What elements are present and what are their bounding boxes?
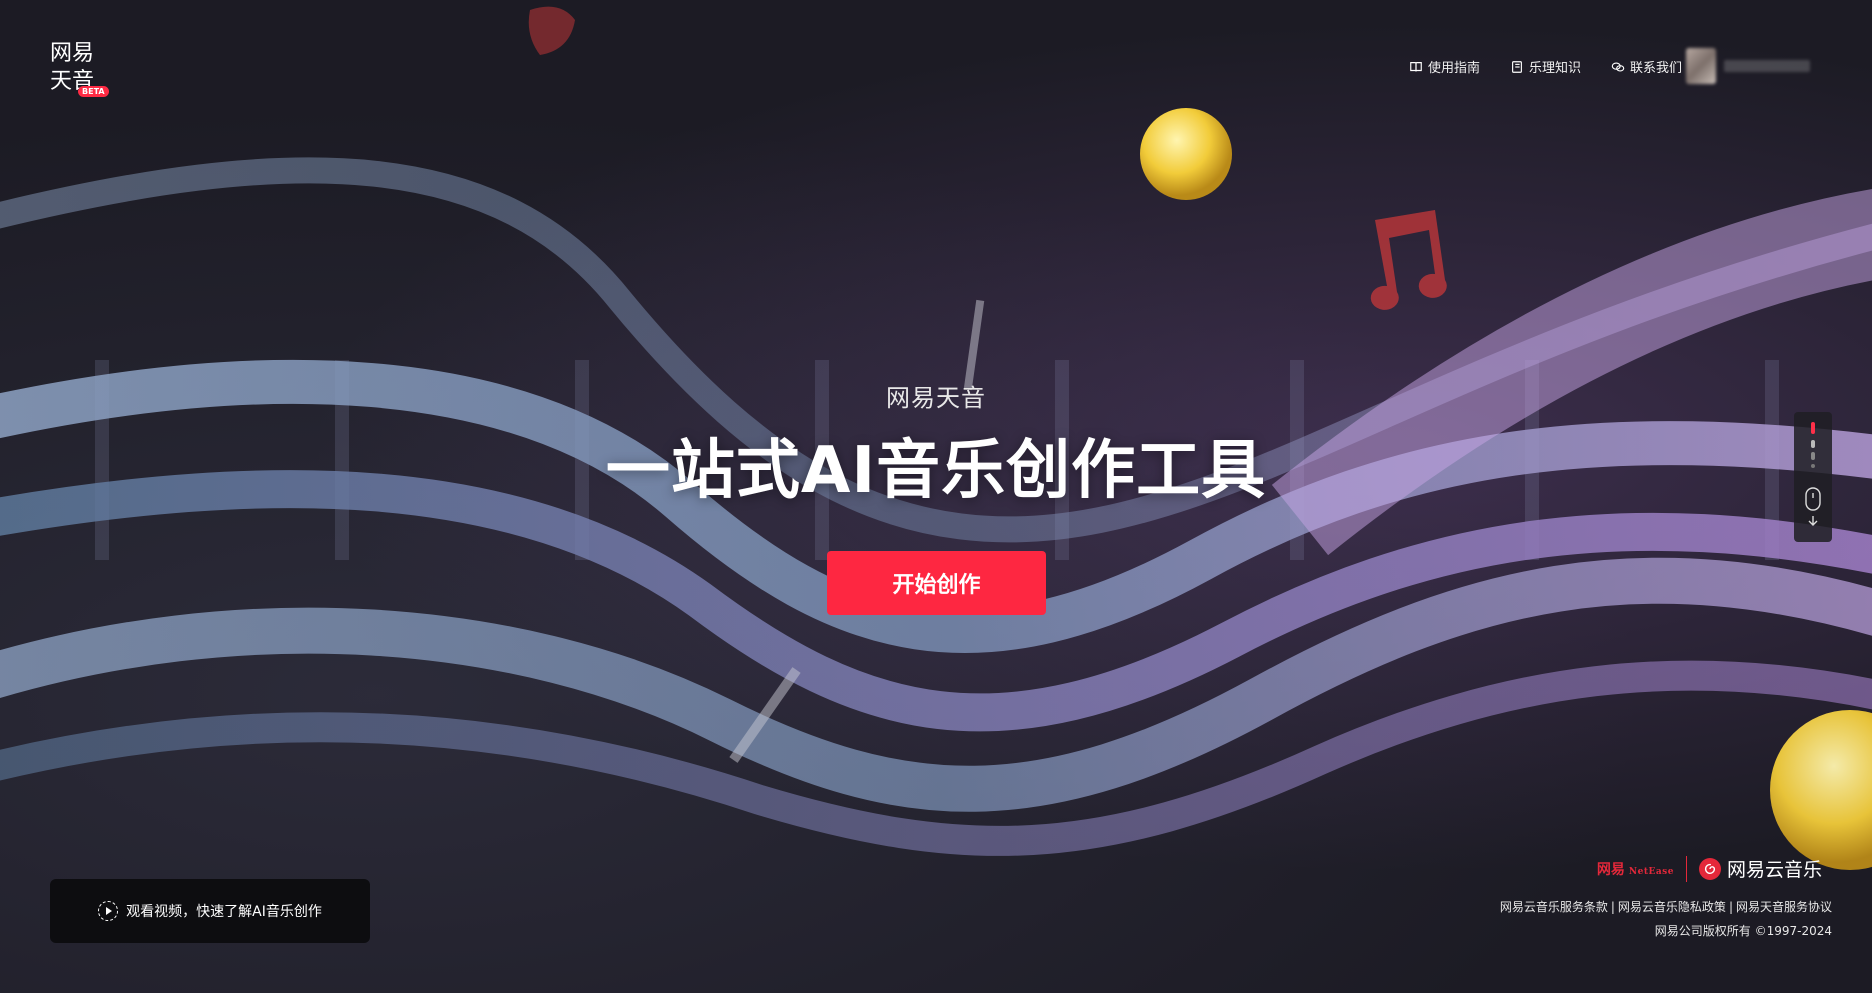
privacy-link[interactable]: 网易云音乐隐私政策 [1618, 900, 1726, 914]
play-circle-icon [98, 901, 119, 921]
notebook-icon [1512, 60, 1522, 73]
netease-logo: 网易 NetEase [1597, 859, 1674, 879]
nav-item-music-theory[interactable]: 乐理知识 [1510, 57, 1581, 76]
tianyin-logo[interactable]: 网易 天音 BETA [50, 40, 110, 100]
beta-badge: BETA [78, 86, 109, 97]
avatar[interactable] [1686, 48, 1716, 84]
username-redacted [1724, 60, 1810, 72]
link-separator: | [1728, 900, 1733, 914]
watch-video-label: 观看视频，快速了解AI音乐创作 [126, 904, 322, 920]
footer-brands: 网易 NetEase 网易云音乐 [1597, 855, 1822, 882]
service-agreement-link[interactable]: 网易天音服务协议 [1736, 900, 1832, 914]
nav-label-guide: 使用指南 [1427, 61, 1480, 76]
hero-section: 网易天音 一站式AI音乐创作工具 [0, 378, 1872, 511]
terms-link[interactable]: 网易云音乐服务条款 [1500, 900, 1608, 914]
scroll-indicator[interactable] [1794, 412, 1832, 542]
nav-item-contact[interactable]: 联系我们 [1611, 57, 1682, 76]
nav-label-contact: 联系我们 [1629, 61, 1682, 76]
link-separator: | [1610, 900, 1615, 914]
book-icon [1410, 61, 1422, 71]
top-nav: 使用指南 乐理知识 联系我们 [1409, 57, 1682, 76]
netease-logo-en: NetEase [1628, 866, 1674, 877]
watch-video-button[interactable]: 观看视频，快速了解AI音乐创作 [50, 879, 370, 943]
hero-title: 一站式AI音乐创作工具 [605, 434, 1267, 508]
nav-label-music-theory: 乐理知识 [1528, 61, 1581, 76]
nav-item-guide[interactable]: 使用指南 [1409, 57, 1480, 76]
landing-page: 网易 天音 BETA 使用指南 乐理知识 联系我们 网易天音 一站式AI音乐创作… [0, 0, 1872, 993]
user-menu[interactable] [1686, 48, 1810, 84]
brand-divider [1685, 855, 1687, 882]
netease-logo-cn: 网易 [1596, 861, 1625, 878]
chat-icon [1611, 61, 1625, 72]
start-creating-button[interactable]: 开始创作 [827, 551, 1046, 615]
cloudmusic-icon [1698, 857, 1721, 880]
cloudmusic-name: 网易云音乐 [1726, 859, 1822, 881]
mouse-scroll-icon [1805, 487, 1821, 526]
cloudmusic-logo: 网易云音乐 [1698, 855, 1822, 882]
logo-text-line1: 网易 [50, 41, 95, 66]
footer-links: 网易云音乐服务条款 | 网易云音乐隐私政策 | 网易天音服务协议 [1500, 898, 1832, 915]
hero-subtitle: 网易天音 [886, 384, 986, 412]
copyright-text: 网易公司版权所有 ©1997-2024 [1654, 924, 1832, 938]
